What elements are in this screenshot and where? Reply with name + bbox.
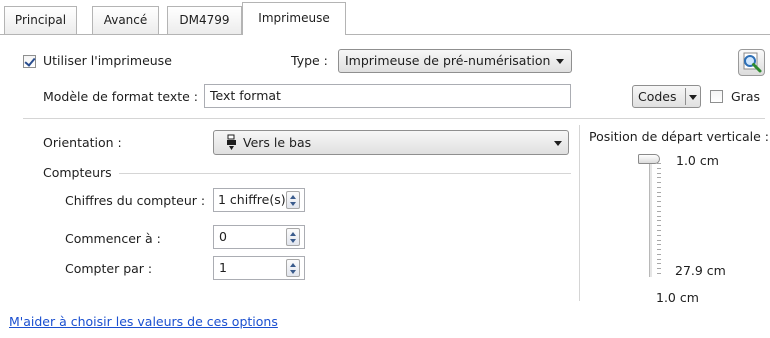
slider-tick — [657, 249, 661, 251]
slider-tick — [657, 253, 661, 255]
slider-ticks — [657, 163, 663, 274]
counters-group-line — [119, 173, 571, 174]
help-link[interactable]: M'aider à choisir les valeurs de ces opt… — [9, 314, 278, 329]
counter-digits-value: 1 chiffre(s) — [218, 192, 286, 207]
count-by-value: 1 — [219, 260, 227, 275]
format-template-input[interactable]: Text format — [204, 84, 571, 108]
orientation-select[interactable]: Vers le bas — [213, 130, 569, 155]
start-at-spinner[interactable] — [286, 228, 300, 246]
use-imprinter-label: Utiliser l'imprimeuse — [43, 53, 172, 68]
printer-down-icon — [227, 134, 236, 150]
preview-button[interactable] — [738, 49, 765, 76]
slider-bottom-value: 27.9 cm — [675, 263, 726, 278]
tab-divider — [0, 34, 770, 35]
panel-divider — [579, 125, 580, 301]
tab-principal[interactable]: Principal — [4, 6, 77, 34]
vertical-slider-track[interactable] — [649, 159, 653, 277]
tab-avance[interactable]: Avancé — [92, 6, 159, 34]
slider-top-value: 1.0 cm — [676, 153, 719, 168]
tab-strip: Principal Avancé DM4799 Imprimeuse — [0, 0, 770, 36]
format-template-label: Modèle de format texte : — [43, 89, 199, 104]
bold-label: Gras — [731, 89, 760, 104]
tab-imprimeuse[interactable]: Imprimeuse — [242, 2, 346, 35]
slider-tick — [657, 196, 661, 198]
slider-tick — [657, 186, 661, 188]
slider-tick — [657, 234, 661, 236]
slider-tick — [657, 229, 661, 231]
slider-tick — [657, 220, 661, 222]
use-imprinter-checkbox[interactable] — [23, 55, 36, 68]
count-by-input[interactable]: 1 — [213, 256, 305, 280]
slider-tick — [657, 201, 661, 203]
start-at-value: 0 — [219, 229, 227, 244]
slider-tick — [657, 273, 661, 274]
slider-tick — [657, 244, 661, 246]
slider-tick — [657, 239, 661, 241]
magnifier-icon — [743, 52, 762, 73]
slider-tick — [657, 182, 661, 184]
slider-tick — [657, 206, 661, 208]
orientation-select-value: Vers le bas — [243, 135, 312, 150]
slider-tick — [657, 225, 661, 227]
counter-digits-spinner[interactable] — [286, 191, 300, 209]
slider-tick — [657, 215, 661, 217]
slider-tick — [657, 177, 661, 179]
type-select-value: Imprimeuse de pré-numérisation — [345, 53, 551, 68]
counter-digits-label: Chiffres du compteur : — [65, 193, 206, 208]
count-by-spinner[interactable] — [286, 259, 300, 277]
tab-dm4799[interactable]: DM4799 — [167, 6, 242, 34]
type-select[interactable]: Imprimeuse de pré-numérisation — [338, 49, 572, 73]
bold-checkbox[interactable] — [710, 90, 723, 103]
slider-tick — [657, 210, 661, 212]
slider-tick — [657, 167, 661, 169]
start-at-label: Commencer à : — [65, 231, 161, 246]
codes-button[interactable]: Codes — [632, 85, 701, 108]
slider-current-value: 1.0 cm — [656, 290, 699, 305]
chevron-down-icon — [689, 95, 697, 100]
vertical-slider-thumb[interactable] — [638, 154, 660, 164]
counters-group-label: Compteurs — [43, 165, 112, 180]
slider-tick — [657, 191, 661, 193]
chevron-down-icon — [556, 59, 564, 64]
codes-label: Codes — [638, 89, 677, 104]
slider-tick — [657, 172, 661, 174]
chevron-down-icon — [554, 141, 562, 146]
start-at-input[interactable]: 0 — [213, 225, 305, 249]
vertical-position-label: Position de départ verticale : — [589, 129, 769, 144]
codes-divider — [685, 88, 686, 105]
slider-tick — [657, 263, 661, 265]
counter-digits-input[interactable]: 1 chiffre(s) — [213, 188, 305, 212]
section-divider — [23, 118, 765, 119]
count-by-label: Compter par : — [65, 261, 153, 276]
type-label: Type : — [291, 53, 328, 68]
slider-tick — [657, 258, 661, 260]
orientation-label: Orientation : — [43, 135, 122, 150]
slider-tick — [657, 268, 661, 270]
